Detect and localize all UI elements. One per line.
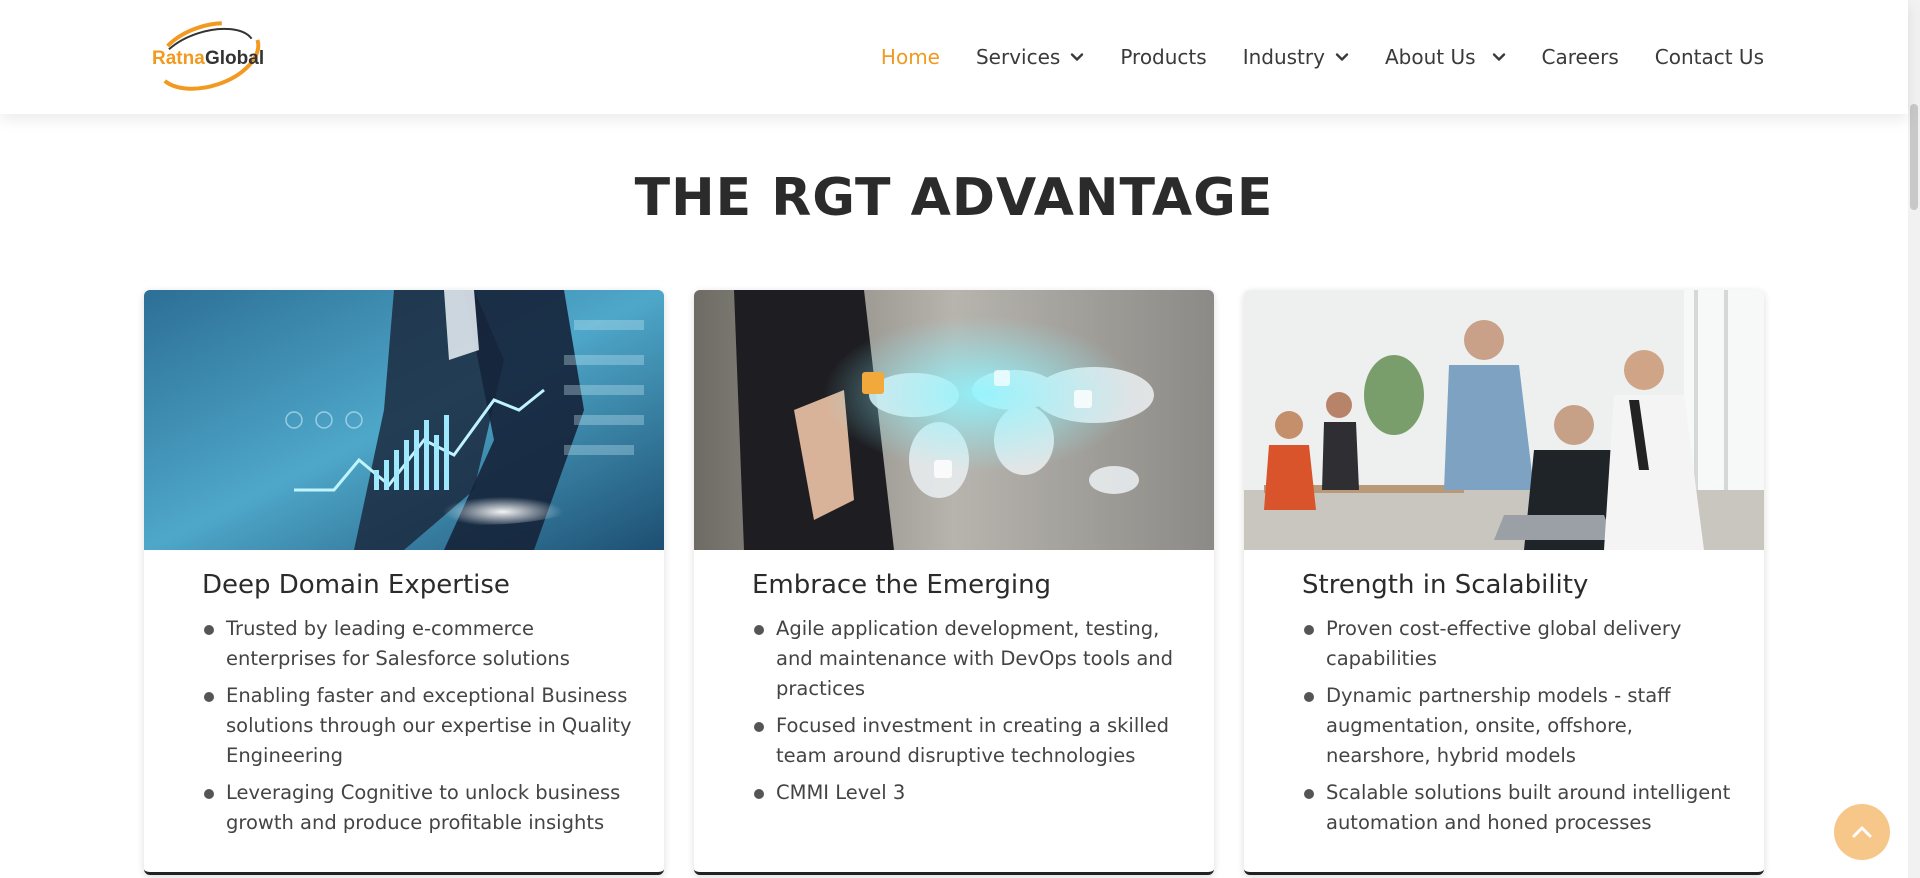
bullet-icon xyxy=(1304,789,1314,799)
card-point-text: Dynamic partnership models - staff augme… xyxy=(1326,684,1671,767)
ratna-global-logo[interactable]: Ratna Global xyxy=(150,18,264,94)
nav-item-label: Home xyxy=(880,45,940,69)
card-point: Trusted by leading e-commerce enterprise… xyxy=(202,614,634,674)
bullet-icon xyxy=(204,625,214,635)
card-point: Dynamic partnership models - staff augme… xyxy=(1302,681,1734,771)
nav-item-label: About Us xyxy=(1384,45,1476,69)
card-body: Embrace the Emerging Agile application d… xyxy=(694,550,1214,808)
nav-item-label: Careers xyxy=(1541,45,1619,69)
business-analytics-image xyxy=(144,290,664,550)
card-point-text: Enabling faster and exceptional Business… xyxy=(226,684,632,767)
site-header: Ratna Global Home Services Products Indu… xyxy=(0,0,1908,114)
advantage-card: Deep Domain Expertise Trusted by leading… xyxy=(144,290,664,875)
bullet-icon xyxy=(1304,692,1314,702)
chevron-down-icon xyxy=(1492,50,1506,64)
card-title: Embrace the Emerging xyxy=(752,570,1052,600)
bullet-icon xyxy=(754,625,764,635)
bullet-icon xyxy=(754,722,764,732)
card-point-text: Scalable solutions built around intellig… xyxy=(1326,781,1731,834)
advantage-card: Strength in Scalability Proven cost-effe… xyxy=(1244,290,1764,875)
card-point: Leveraging Cognitive to unlock business … xyxy=(202,778,634,838)
card-point: Focused investment in creating a skilled… xyxy=(752,711,1184,771)
card-title: Strength in Scalability xyxy=(1302,570,1589,600)
advantage-card: Embrace the Emerging Agile application d… xyxy=(694,290,1214,875)
page-scrollbar[interactable] xyxy=(1908,0,1920,878)
nav-item-label: Services xyxy=(975,45,1061,69)
logo-text-1: Ratna xyxy=(152,48,205,69)
card-body: Deep Domain Expertise Trusted by leading… xyxy=(144,550,664,838)
card-point-list: Agile application development, testing, … xyxy=(752,614,1184,808)
back-to-top-button[interactable] xyxy=(1834,804,1890,860)
card-point-text: Focused investment in creating a skilled… xyxy=(776,714,1170,767)
nav-item-label: Contact Us xyxy=(1654,45,1764,69)
card-point-text: CMMI Level 3 xyxy=(776,781,906,804)
card-point: CMMI Level 3 xyxy=(752,778,1184,808)
card-title: Deep Domain Expertise xyxy=(202,570,510,600)
card-point: Agile application development, testing, … xyxy=(752,614,1184,704)
main-navigation: Home Services Products Industry About Us… xyxy=(845,0,1764,114)
bullet-icon xyxy=(204,789,214,799)
scrollbar-thumb[interactable] xyxy=(1910,104,1918,210)
card-point: Proven cost-effective global delivery ca… xyxy=(1302,614,1734,674)
nav-item-industry[interactable]: Industry xyxy=(1243,45,1349,69)
logo-text-2: Global xyxy=(205,48,264,69)
nav-item-home[interactable]: Home xyxy=(881,45,940,69)
nav-item-careers[interactable]: Careers xyxy=(1542,45,1619,69)
team-office-image xyxy=(1244,290,1764,550)
card-body: Strength in Scalability Proven cost-effe… xyxy=(1244,550,1764,838)
card-point-list: Trusted by leading e-commerce enterprise… xyxy=(202,614,634,838)
world-map-touch-image xyxy=(694,290,1214,550)
bullet-icon xyxy=(754,789,764,799)
card-point-text: Proven cost-effective global delivery ca… xyxy=(1326,617,1682,670)
card-point: Enabling faster and exceptional Business… xyxy=(202,681,634,771)
nav-item-services[interactable]: Services xyxy=(976,45,1084,69)
card-point-text: Trusted by leading e-commerce enterprise… xyxy=(226,617,570,670)
section-title: THE RGT ADVANTAGE xyxy=(634,168,1274,228)
card-point-text: Leveraging Cognitive to unlock business … xyxy=(226,781,621,834)
nav-item-about-us[interactable]: About Us xyxy=(1385,45,1506,69)
card-point-text: Agile application development, testing, … xyxy=(776,617,1174,700)
nav-item-contact-us[interactable]: Contact Us xyxy=(1655,45,1764,69)
card-point: Scalable solutions built around intellig… xyxy=(1302,778,1734,838)
bullet-icon xyxy=(1304,625,1314,635)
nav-item-label: Products xyxy=(1120,45,1207,69)
chevron-up-icon xyxy=(1849,819,1875,845)
chevron-down-icon xyxy=(1070,50,1084,64)
chevron-down-icon xyxy=(1335,50,1349,64)
card-point-list: Proven cost-effective global delivery ca… xyxy=(1302,614,1734,838)
nav-item-products[interactable]: Products xyxy=(1120,45,1206,69)
nav-item-label: Industry xyxy=(1242,45,1325,69)
bullet-icon xyxy=(204,692,214,702)
